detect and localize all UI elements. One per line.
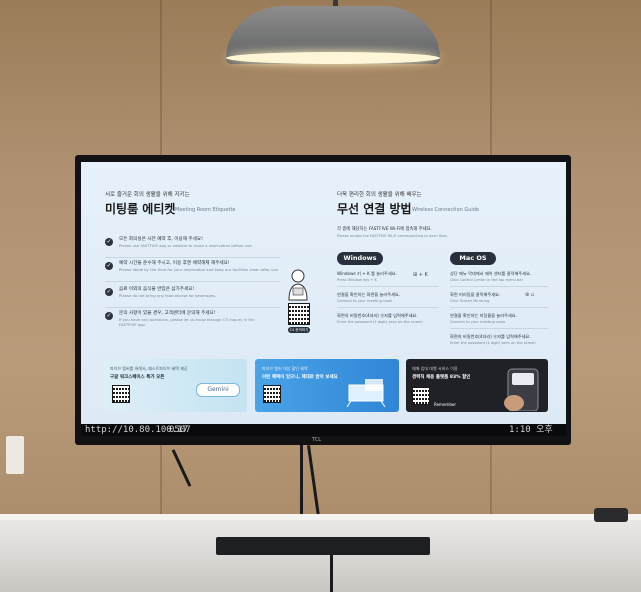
control-center-icon: ⊛ ▫ [525,292,535,298]
item-text-en: If you have any questions, please let us… [119,317,255,327]
windows-step: 화면의 비밀번호(4자리) 숫자를 입력해주세요. [337,313,418,318]
banner-headline: 구글 워크스페이스 특가 오픈 [110,375,165,380]
banner-qr-code[interactable] [112,385,130,403]
mac-step-en: Connect to your meeting room [450,320,506,324]
mac-step: 상단 메뉴 막대에서 제어 센터를 클릭해주세요. [450,271,532,276]
mac-step: 연결을 확인하는 미팅룸을 눌러주세요. [450,313,517,318]
phone-illustration [504,368,539,411]
etiquette-item: ✓ 문의 사항이 있을 경우, 고객센터에 문의해 주세요! If you ha… [105,307,280,335]
divider [450,328,548,329]
remember-logo: Remember [434,402,456,407]
room-code: 0507 [169,425,191,435]
left-subtitle: Meeting Room Etiquette [175,207,236,213]
clock: 1:10 오후 [509,425,553,435]
wifi-notice: 각 층에 해당하는 FASTFIVE Wi-Fi에 접속해 주세요. [337,227,432,232]
mac-step: 화면 미러링을 클릭해주세요. [450,292,501,297]
banner-headline: 이런 혜택이 있으니, 제대로 받아 보세요 [262,375,338,380]
left-title: 미팅룸 에티켓 [105,202,176,216]
banner-qr-code[interactable] [263,385,281,403]
device [594,508,628,522]
mac-step: 화면의 비밀번호(4자리) 숫자를 입력해주세요. [450,334,531,339]
soundbar [216,537,430,555]
check-icon: ✓ [105,238,113,246]
etiquette-item: ✓ 음료 이외의 음식물 반입은 삼가주세요! Please do not br… [105,283,280,308]
item-text-en: Please abide by the time for your reserv… [119,267,279,272]
item-text: 모든 회의실은 사전 예약 후, 이용해 주세요! [119,237,203,242]
character-illustration [288,269,308,301]
banner-qr-code[interactable] [412,387,430,405]
tv-brand: TCL [312,437,322,443]
lamp-light [226,52,440,64]
item-text: 예약 시간을 준수해 주시고, 이용 후엔 예약해제 해주세요! [119,261,230,266]
etiquette-item: ✓ 모든 회의실은 사전 예약 후, 이용해 주세요! Please use F… [105,233,280,258]
banner-headline: 경력직 채용 플랫폼 83% 할인 [412,375,471,380]
check-icon: ✓ [105,288,113,296]
wall-socket [6,436,24,474]
taskbar: http://10.80.100.17 0507 1:10 오후 [81,424,566,436]
etiquette-item: ✓ 예약 시간을 준수해 주시고, 이용 후엔 예약해제 해주세요! Pleas… [105,257,280,282]
divider [450,307,548,308]
gemini-badge: Gemini [196,383,240,397]
qr-caption: CS 문의하기 [288,327,310,333]
item-text: 문의 사항이 있을 경우, 고객센터에 문의해 주세요! [119,311,216,316]
desk-illustration [346,379,386,407]
cabinet-top [0,514,641,520]
left-kicker: 서로 즐거운 회의 생활을 위해 지키는 [105,192,190,198]
item-text: 음료 이외의 음식물 반입은 삼가주세요! [119,287,195,292]
item-text-en: Please do not bring any food except for … [119,293,217,298]
item-text-en: Please use FASTFIVE app or website to ma… [119,243,253,248]
divider [337,286,439,287]
windows-key-icon: ⊞ + K [413,272,428,278]
mac-step-en: Click Screen Mirroring [450,299,490,303]
banner-text: 파이브 멤버를 위해서, 패스트파이브 혜택 제공 [110,366,188,371]
windows-step: Windows 키 + K 를 눌러주세요. [337,271,397,276]
windows-step-en: Enter the password (4 digit) seen on the… [337,320,423,324]
mac-step-en: Enter the password (4 digit) seen on the… [450,341,536,345]
wifi-notice-en: Please access the FASTFIVE Wi-Fi corresp… [337,234,448,238]
check-icon: ✓ [105,312,113,320]
mac-label: Mac OS [450,252,496,265]
right-subtitle: Wireless Connection Guide [412,207,480,213]
banner-text: 매매·임대 대행 서비스 이용 [412,366,458,371]
check-icon: ✓ [105,262,113,270]
windows-step-en: Connect to your meeting room [337,299,393,303]
cable [330,555,333,592]
windows-label: Windows [337,252,383,265]
windows-step: 연결을 확인하는 화면을 눌러주세요. [337,292,401,297]
windows-step-en: Press Window key + K [337,278,377,282]
right-title: 무선 연결 방법 [337,202,412,216]
divider [450,286,548,287]
divider [337,307,439,308]
banner-text: 파이브 멤버 대상 할인 혜택 [262,366,308,371]
cable [300,445,303,517]
right-kicker: 더욱 편리한 회의 생활을 위해 배우는 [337,192,422,198]
cs-qr-code[interactable] [288,303,310,325]
mac-step-en: Click Control Center in the top menu bar [450,278,523,282]
